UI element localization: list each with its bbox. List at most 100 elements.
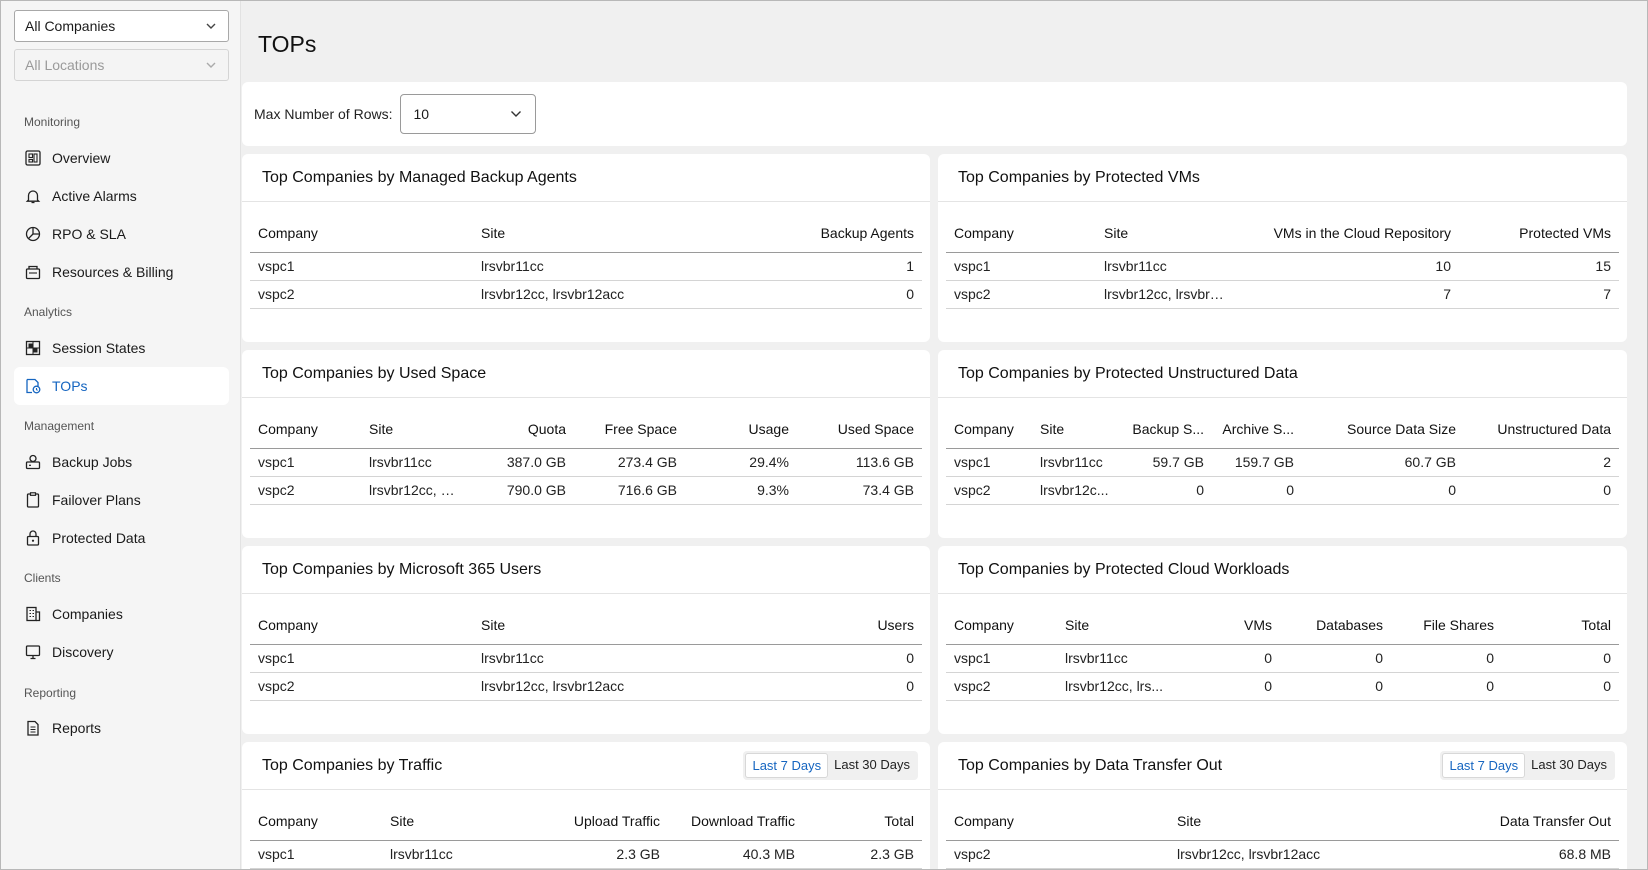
column-header-backup-size[interactable]: Backup S... [1122,410,1212,449]
column-header-databases[interactable]: Databases [1280,606,1391,645]
location-select[interactable]: All Locations [14,49,229,81]
column-header-protected-vms[interactable]: Protected VMs [1459,214,1619,253]
table-row[interactable]: vspc1 lrsvbr11cc 0 0 0 0 [946,644,1619,673]
column-header-total[interactable]: Total [1502,606,1619,645]
column-header-used-space[interactable]: Used Space [797,410,922,449]
cell-company: vspc2 [946,840,1169,869]
column-header-site[interactable]: Site [382,802,532,841]
clipboard-icon [24,491,42,509]
column-header-company[interactable]: Company [946,214,1096,253]
cell-site: lrsvbr11cc [473,252,723,281]
column-header-site[interactable]: Site [473,606,723,645]
cell-source-data-size: 0 [1302,476,1464,505]
column-header-company[interactable]: Company [946,606,1057,645]
cell-company: vspc1 [250,448,361,477]
column-header-company[interactable]: Company [250,214,473,253]
column-header-archive-size[interactable]: Archive S... [1212,410,1302,449]
card-title: Top Companies by Data Transfer Out [958,756,1223,774]
column-header-download-traffic[interactable]: Download Traffic [668,802,803,841]
period-last-30-days[interactable]: Last 30 Days [1525,753,1613,778]
period-last-7-days[interactable]: Last 7 Days [1442,753,1526,778]
chevron-down-icon [206,62,216,68]
cell-quota: 790.0 GB [464,476,574,505]
column-header-site[interactable]: Site [1032,410,1122,449]
cell-unstructured-data: 2 [1464,448,1619,477]
table-row[interactable]: vspc2 lrsvbr12cc, lrsvbr12acc 0 [250,672,922,701]
column-header-free-space[interactable]: Free Space [574,410,685,449]
column-header-site[interactable]: Site [1057,606,1177,645]
table-row[interactable]: vspc1 lrsvbr11cc 10 15 [946,252,1619,281]
column-header-company[interactable]: Company [946,802,1169,841]
cell-used-space: 113.6 GB [797,448,922,477]
column-header-vms-cloud-repo[interactable]: VMs in the Cloud Repository [1235,214,1459,253]
sidebar-item-backup-jobs[interactable]: Backup Jobs [14,443,229,481]
column-header-data-transfer-out[interactable]: Data Transfer Out [1419,802,1619,841]
column-header-site[interactable]: Site [361,410,464,449]
sidebar-item-tops[interactable]: TOPs [14,367,229,405]
period-last-30-days[interactable]: Last 30 Days [828,753,916,778]
cell-databases: 0 [1280,672,1391,701]
card-protected-unstructured-data: Top Companies by Protected Unstructured … [938,350,1627,538]
sidebar-item-resources-billing[interactable]: Resources & Billing [14,253,229,291]
period-last-7-days[interactable]: Last 7 Days [745,753,829,778]
table-row[interactable]: vspc1 lrsvbr11cc 59.7 GB 159.7 GB 60.7 G… [946,448,1619,477]
sidebar-item-overview[interactable]: Overview [14,139,229,177]
cell-used-space: 73.4 GB [797,476,922,505]
table-row[interactable]: vspc2 lrsvbr12cc, lrs... 790.0 GB 716.6 … [250,476,922,505]
card-traffic: Top Companies by Traffic Last 7 Days Las… [242,742,930,869]
table-row[interactable]: vspc1 lrsvbr11cc 387.0 GB 273.4 GB 29.4%… [250,448,922,477]
company-select[interactable]: All Companies [14,10,229,42]
sidebar-item-active-alarms[interactable]: Active Alarms [14,177,229,215]
column-header-file-shares[interactable]: File Shares [1391,606,1502,645]
cell-archive-size: 159.7 GB [1212,448,1302,477]
sidebar-item-companies[interactable]: Companies [14,595,229,633]
card-protected-vms: Top Companies by Protected VMs Company S… [938,154,1627,342]
cell-unstructured-data: 0 [1464,476,1619,505]
card-header: Top Companies by Data Transfer Out Last … [938,742,1627,790]
cell-site: lrsvbr12cc, lrsvbr12acc [1169,840,1419,869]
sidebar-item-session-states[interactable]: Session States [14,329,229,367]
cell-quota: 387.0 GB [464,448,574,477]
sidebar-item-failover-plans[interactable]: Failover Plans [14,481,229,519]
column-header-vms[interactable]: VMs [1177,606,1280,645]
table-row[interactable]: vspc2 lrsvbr12cc, lrs... 0 0 0 0 [946,672,1619,701]
column-header-total[interactable]: Total [803,802,922,841]
max-rows-select[interactable]: 10 [400,94,537,134]
sidebar-item-rpo-sla[interactable]: RPO & SLA [14,215,229,253]
table-data-transfer-out: Company Site Data Transfer Out vspc2 lrs… [946,802,1619,869]
column-header-company[interactable]: Company [250,410,361,449]
column-header-site[interactable]: Site [1169,802,1419,841]
column-header-company[interactable]: Company [250,606,473,645]
cell-databases: 0 [1280,644,1391,673]
column-header-users[interactable]: Users [723,606,922,645]
column-header-company[interactable]: Company [946,410,1032,449]
max-rows-value: 10 [413,106,430,122]
table-row[interactable]: vspc2 lrsvbr12cc, lrsvbr12... 7 7 [946,280,1619,309]
column-header-quota[interactable]: Quota [464,410,574,449]
table-row[interactable]: vspc2 lrsvbr12c... 0 0 0 0 [946,476,1619,505]
sidebar-item-discovery[interactable]: Discovery [14,633,229,671]
column-header-unstructured-data[interactable]: Unstructured Data [1464,410,1619,449]
column-header-site[interactable]: Site [473,214,723,253]
column-header-usage[interactable]: Usage [685,410,797,449]
column-header-backup-agents[interactable]: Backup Agents [723,214,922,253]
cell-site: lrsvbr11cc [1032,448,1122,477]
column-header-source-data-size[interactable]: Source Data Size [1302,410,1464,449]
column-header-site[interactable]: Site [1096,214,1235,253]
card-title: Top Companies by Protected Unstructured … [958,364,1298,382]
sidebar-item-protected-data[interactable]: Protected Data [14,519,229,557]
cell-usage: 29.4% [685,448,797,477]
table-row[interactable]: vspc2 lrsvbr12cc, lrsvbr12acc 68.8 MB [946,840,1619,869]
sidebar-item-reports[interactable]: Reports [14,709,229,747]
column-header-upload-traffic[interactable]: Upload Traffic [532,802,668,841]
cell-total: 2.3 GB [803,840,922,869]
column-header-company[interactable]: Company [250,802,382,841]
table-row[interactable]: vspc1 lrsvbr11cc 2.3 GB 40.3 MB 2.3 GB [250,840,922,869]
table-row[interactable]: vspc1 lrsvbr11cc 1 [250,252,922,281]
chevron-down-icon [511,111,522,117]
table-row[interactable]: vspc1 lrsvbr11cc 0 [250,644,922,673]
card-header: Top Companies by Protected VMs [938,154,1627,202]
table-cloud-workloads: Company Site VMs Databases File Shares T… [946,606,1619,701]
table-row[interactable]: vspc2 lrsvbr12cc, lrsvbr12acc 0 [250,280,922,309]
section-analytics: Analytics [24,305,73,319]
